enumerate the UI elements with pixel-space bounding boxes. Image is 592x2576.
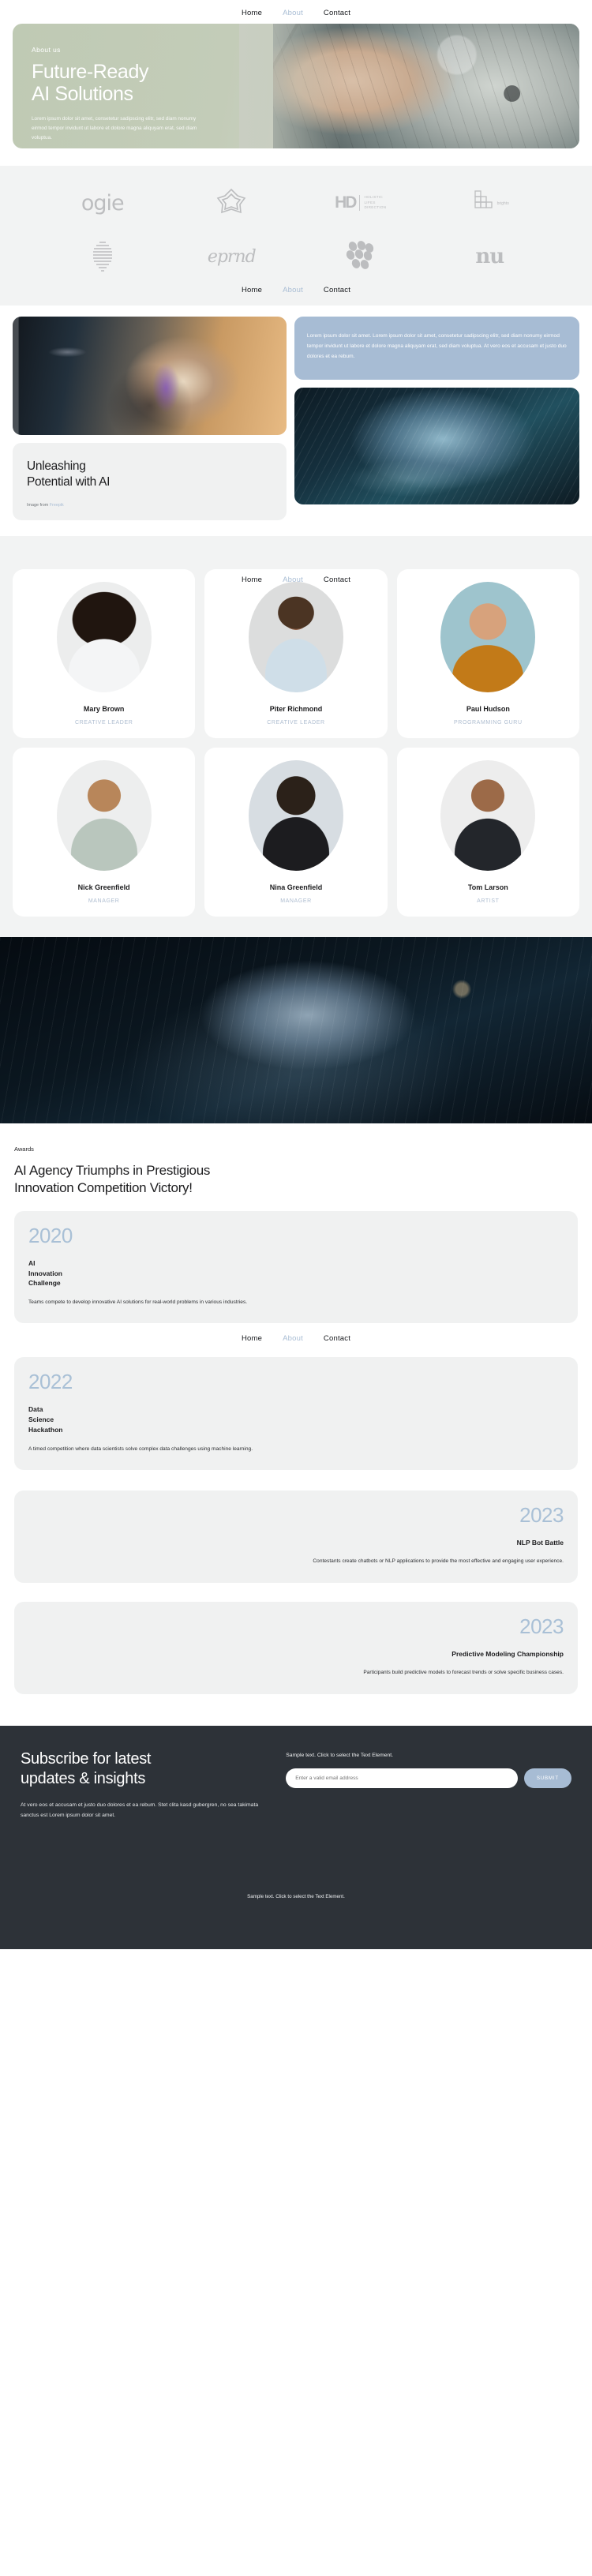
award-name: NLP Bot Battle [516, 1538, 564, 1547]
nav-link-contact[interactable]: Contact [324, 9, 350, 17]
award-year: 2020 [28, 1223, 73, 1247]
team-card[interactable]: Paul Hudson PROGRAMMING GURU [396, 568, 579, 738]
robot-corridor-image [13, 317, 287, 435]
nav-link-contact-awards-1[interactable]: Contact [324, 1334, 350, 1343]
team-member-role: CREATIVE LEADER [74, 719, 133, 726]
showcase-credit-link[interactable]: Freepik [50, 503, 64, 508]
hero-title: Future-Ready AI Solutions [32, 61, 149, 105]
award-description: Teams compete to develop innovative AI s… [28, 1299, 248, 1306]
nav-link-about-logos[interactable]: About [283, 286, 303, 294]
brighto-blocks-icon [470, 189, 497, 217]
award-name: Predictive Modeling Championship [451, 1649, 564, 1658]
team-member-role: MANAGER [280, 898, 312, 904]
award-name: Data Science Hackathon [28, 1405, 63, 1434]
team-member-name: Nina Greenfield [269, 883, 323, 891]
showcase-image-credit: Image from Freepik [27, 503, 272, 508]
team-member-role: CREATIVE LEADER [267, 719, 325, 726]
showcase-title: Unleashing Potential with AI [27, 459, 111, 489]
award-card: 2020 AI Innovation Challenge Teams compe… [14, 1210, 578, 1324]
award-name: AI Innovation Challenge [28, 1258, 62, 1288]
blue-cyborg-image [294, 388, 579, 504]
logo-brighto-caption: brighto [496, 201, 509, 206]
nav-link-home-team[interactable]: Home [242, 576, 262, 584]
awards-eyebrow: Awards [14, 1145, 34, 1153]
hero-eyebrow: About us [32, 46, 61, 54]
nav-link-about[interactable]: About [283, 9, 303, 17]
team-card[interactable]: Nick Greenfield MANAGER [13, 747, 196, 917]
award-card: 2023 Predictive Modeling Championship Pa… [14, 1601, 578, 1694]
hero-banner: About us Future-Ready AI Solutions Lorem… [13, 24, 579, 148]
team-member-name: Tom Larson [467, 883, 508, 891]
logo-eprnd: eprnd [207, 246, 257, 267]
hero-section: About us Future-Ready AI Solutions Lorem… [0, 19, 592, 148]
team-card[interactable]: Tom Larson ARTIST [396, 747, 579, 917]
team-member-role: MANAGER [88, 898, 120, 904]
awards-section: Awards AI Agency Triumphs in Prestigious… [0, 1123, 592, 1702]
award-card: 2023 NLP Bot Battle Contestants create c… [14, 1490, 578, 1583]
awards-section-navigation-1[interactable]: Home About Contact [14, 1334, 578, 1343]
logo-striped-globe-icon [88, 238, 118, 275]
awards-title: AI Agency Triumphs in Prestigious Innova… [14, 1162, 211, 1195]
email-input[interactable] [286, 1768, 518, 1788]
team-member-name: Paul Hudson [466, 704, 510, 713]
team-card[interactable]: Piter Richmond CREATIVE LEADER [204, 568, 388, 738]
nav-link-home-awards-1[interactable]: Home [242, 1334, 262, 1343]
team-member-role: ARTIST [477, 898, 500, 904]
award-description: Participants build predictive models to … [363, 1670, 564, 1676]
team-member-name: Nick Greenfield [77, 883, 130, 891]
logo-hd-lockup: HD HOLISTIC LIFES DIRECTION [335, 185, 386, 221]
avatar [56, 759, 152, 871]
avatar [248, 581, 343, 692]
award-description: Contestants create chatbots or NLP appli… [313, 1558, 564, 1565]
nav-link-contact-team[interactable]: Contact [324, 576, 350, 584]
footer-bottom-text: Sample text. Click to select the Text El… [247, 1893, 345, 1899]
footer-sample-text: Sample text. Click to select the Text El… [286, 1752, 394, 1758]
footer-paragraph: At vero eos et accusam et justo duo dolo… [21, 1802, 259, 1819]
team-card[interactable]: Nina Greenfield MANAGER [204, 747, 388, 917]
logo-flower-mark-icon [215, 185, 248, 221]
partner-logos-section: ogie HD HOLISTIC LIFES DIRECTION brighto [0, 166, 592, 306]
hero-paragraph: Lorem ipsum dolor sit amet, consetetur s… [32, 116, 197, 141]
team-section: Home About Contact Mary Brown CREATIVE L… [0, 535, 592, 937]
logo-brighto: brighto [470, 185, 509, 221]
dark-robot-banner-image [0, 936, 592, 1123]
team-grid-row-2: Nick Greenfield MANAGER Nina Greenfield … [13, 747, 579, 917]
avatar [56, 581, 152, 692]
submit-button[interactable]: SUBMIT [523, 1768, 571, 1788]
team-member-role: PROGRAMMING GURU [454, 719, 523, 726]
logo-ogie: ogie [81, 190, 125, 216]
avatar [248, 759, 343, 871]
showcase-title-card: Unleashing Potential with AI Image from … [13, 443, 287, 520]
logo-grid: ogie HD HOLISTIC LIFES DIRECTION brighto [0, 185, 592, 275]
nav-link-contact-logos[interactable]: Contact [324, 286, 350, 294]
logos-section-navigation[interactable]: Home About Contact [0, 286, 592, 298]
team-member-name: Piter Richmond [269, 704, 323, 713]
award-year: 2022 [28, 1370, 73, 1394]
logo-dots-mark-icon [343, 238, 378, 275]
nav-link-about-awards-1[interactable]: About [283, 1334, 303, 1343]
logo-hd-divider [359, 195, 361, 211]
team-member-name: Mary Brown [83, 704, 125, 713]
footer-section: Subscribe for latest updates & insights … [0, 1725, 592, 1949]
top-navigation[interactable]: Home About Contact [0, 0, 592, 19]
nav-link-home-logos[interactable]: Home [242, 286, 262, 294]
logo-hd-mark: HD [335, 193, 357, 212]
award-description: A timed competition where data scientist… [28, 1445, 253, 1452]
award-card: 2022 Data Science Hackathon A timed comp… [14, 1357, 578, 1470]
logo-nu: nu [475, 245, 504, 268]
footer-title: Subscribe for latest updates & insights [21, 1749, 152, 1787]
team-card[interactable]: Mary Brown CREATIVE LEADER [13, 568, 196, 738]
logo-hd-caption: HOLISTIC LIFES DIRECTION [364, 195, 387, 210]
showcase-section: Unleashing Potential with AI Image from … [0, 306, 592, 520]
award-year: 2023 [519, 1502, 564, 1527]
showcase-credit-prefix: Image from [27, 502, 50, 508]
award-year: 2023 [519, 1614, 564, 1638]
avatar [440, 581, 536, 692]
showcase-paragraph-panel: Lorem ipsum dolor sit amet. Lorem ipsum … [294, 317, 579, 380]
subscribe-form[interactable]: SUBMIT [286, 1768, 571, 1788]
avatar [440, 759, 536, 871]
nav-link-home[interactable]: Home [242, 9, 262, 17]
